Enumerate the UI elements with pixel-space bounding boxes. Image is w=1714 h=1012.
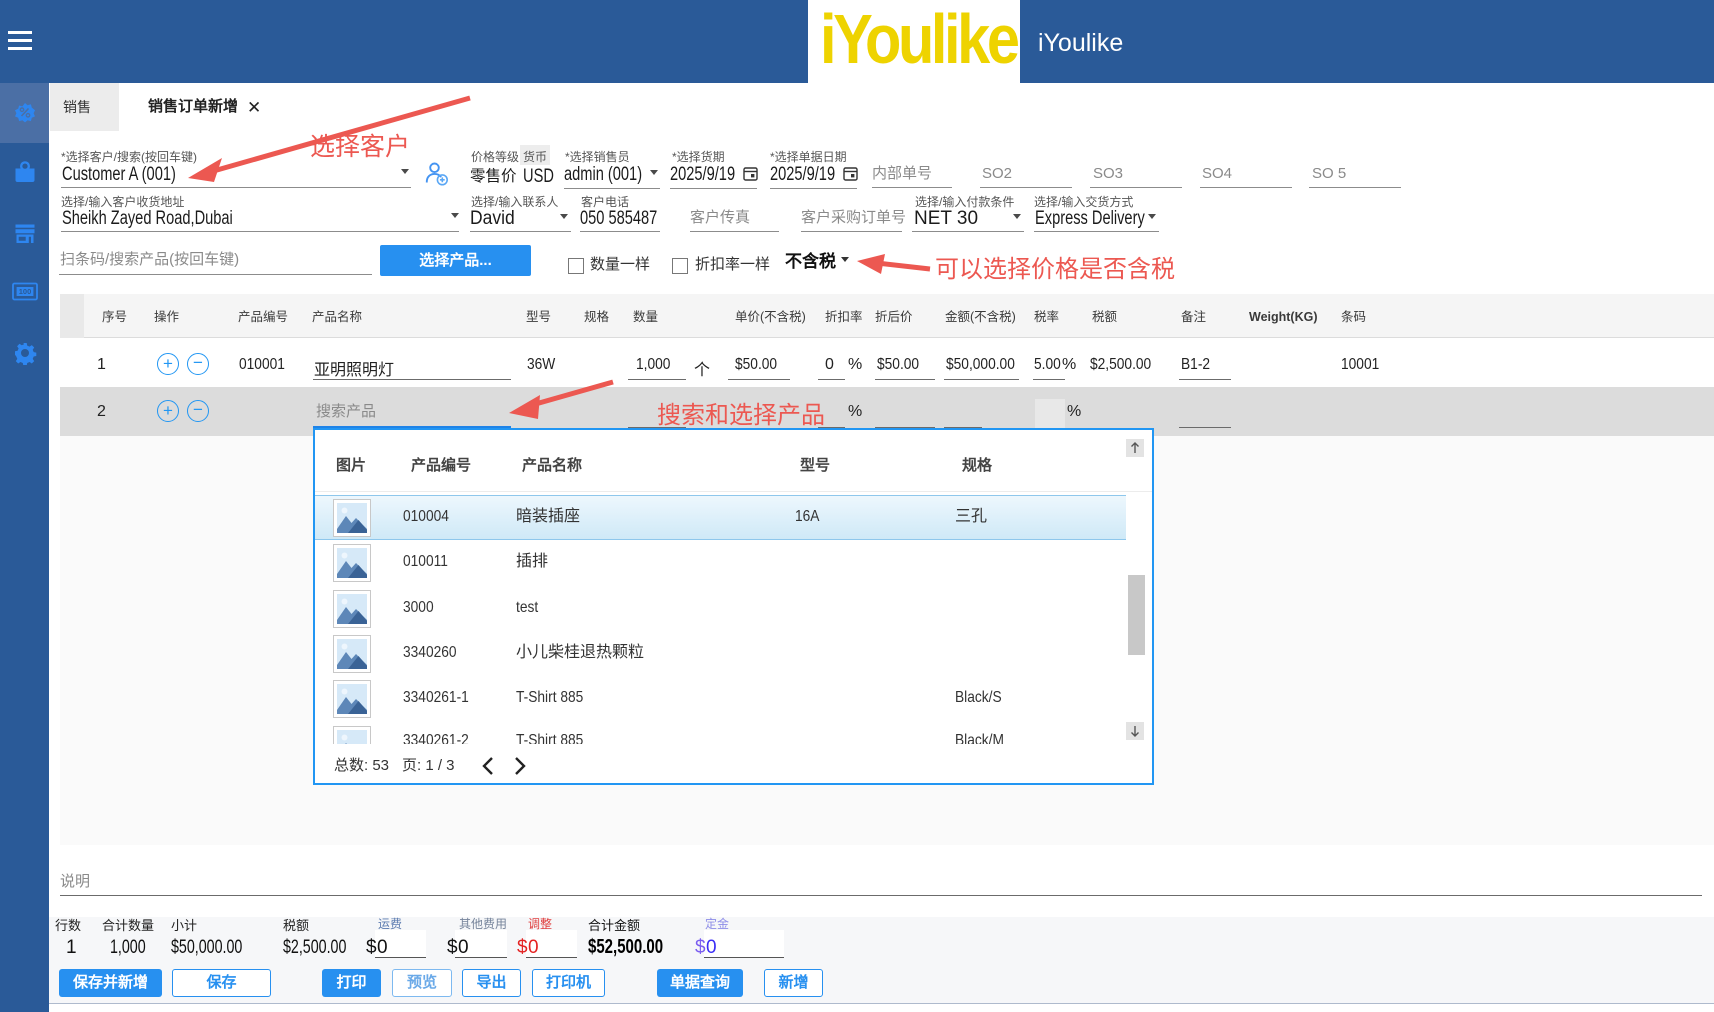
svg-text:100: 100 [19,287,32,296]
